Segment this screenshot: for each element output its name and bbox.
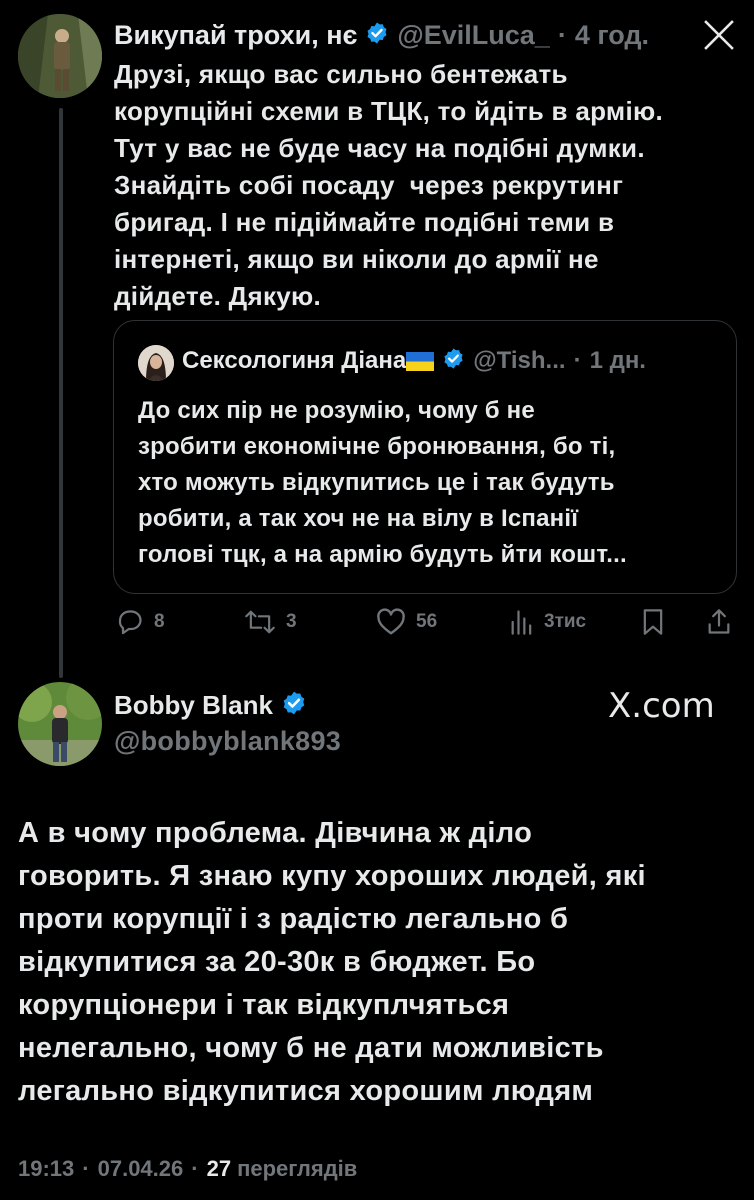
text-line: До сих пір не розумію, чому б не	[138, 397, 535, 424]
main-tweet-text: А в чому проблема. Дівчина ж діло говори…	[18, 812, 738, 1113]
text-line: легально відкупитися хорошим людям	[18, 1075, 594, 1107]
share-icon	[708, 609, 730, 634]
reply-tweet-header: Викупай трохи, нє @EvilLuca_ · 4 год.	[114, 20, 649, 51]
close-icon[interactable]	[702, 18, 736, 52]
reply-icon	[118, 610, 142, 635]
quoted-tweet-text: До сих пір не розумію, чому б не зробити…	[138, 393, 728, 573]
quoted-author-name[interactable]: Сексологиня Діана	[182, 347, 406, 375]
views-count: 27	[206, 1156, 232, 1181]
views-label: переглядів	[237, 1156, 358, 1181]
repost-icon	[245, 610, 275, 634]
reply-author-handle[interactable]: @EvilLuca_	[397, 20, 549, 51]
separator-dot: ·	[191, 1156, 199, 1181]
text-line: відкупитися за 20-30к в бюджет. Бо	[18, 946, 536, 978]
reply-button[interactable]: 8	[116, 608, 165, 636]
x-com-watermark: X.com	[608, 686, 715, 726]
like-icon	[377, 608, 405, 635]
main-tweet-header: Bobby Blank	[114, 690, 307, 721]
text-line: інтернеті, якщо ви ніколи до армії не	[114, 244, 599, 274]
separator-dot: ·	[82, 1156, 90, 1181]
reply-count: 8	[154, 611, 165, 632]
quoted-tweet-header: Сексологиня Діана @Tish... · 1 дн.	[182, 347, 646, 375]
text-line: голові тцк, а на армію будуть йти кошт..…	[138, 541, 627, 568]
quoted-author-handle[interactable]: @Tish...	[473, 347, 565, 375]
bookmark-icon	[643, 609, 663, 635]
bookmark-button[interactable]	[640, 608, 666, 636]
like-count: 56	[416, 611, 438, 632]
text-line: проти корупції і з радістю легально б	[18, 903, 569, 935]
views-button[interactable]: 3тис	[510, 608, 586, 636]
quoted-author-avatar[interactable]	[138, 345, 174, 381]
repost-count: 3	[286, 611, 297, 632]
text-line: Знайдіть собі посаду через рекрутинг	[114, 170, 624, 200]
tweet-date[interactable]: 07.04.26	[98, 1156, 184, 1182]
text-line: Тут у вас не буде часу на подібні думки.	[114, 133, 645, 163]
separator-dot: ·	[573, 347, 582, 374]
verified-icon	[281, 690, 307, 721]
text-line: робити, а так хоч не на вілу в Іспанії	[138, 505, 579, 532]
repost-button[interactable]: 3	[244, 608, 297, 636]
quoted-tweet-card[interactable]: Сексологиня Діана @Tish... · 1 дн. До си…	[113, 320, 737, 594]
text-line: Друзі, якщо вас сильно бентежать	[114, 59, 568, 89]
main-author-handle[interactable]: @bobbyblank893	[114, 726, 341, 757]
avatar-photo	[138, 345, 174, 381]
text-line: корупціонери і так відкуплчяться	[18, 989, 510, 1021]
like-button[interactable]: 56	[376, 608, 437, 636]
text-line: хто можуть відкупитись це і так будуть	[138, 469, 615, 496]
quoted-tweet-time[interactable]: 1 дн.	[590, 347, 646, 375]
reply-tweet-time[interactable]: 4 год.	[575, 20, 649, 51]
tweet-time[interactable]: 19:13	[18, 1156, 74, 1182]
text-line: зробити економічне бронювання, бо ті,	[138, 433, 616, 460]
share-button[interactable]	[706, 608, 732, 636]
text-line: А в чому проблема. Дівчина ж діло	[18, 817, 533, 849]
text-line: говорить. Я знаю купу хороших людей, які	[18, 860, 646, 892]
tweet-meta: 19:13 · 07.04.26 · 27 переглядів	[18, 1156, 357, 1182]
views-count: 3тис	[544, 611, 587, 632]
reply-author-name[interactable]: Викупай трохи, нє	[114, 20, 357, 51]
avatar-photo	[18, 14, 102, 98]
thread-line	[59, 108, 63, 678]
reply-tweet-text: Друзі, якщо вас сильно бентежать корупці…	[114, 56, 734, 315]
separator-dot: ·	[557, 20, 567, 50]
avatar-photo	[18, 682, 102, 766]
verified-icon	[365, 21, 389, 50]
ukraine-flag-icon	[406, 351, 435, 371]
text-line: нелегально, чому б не дати можливість	[18, 1032, 604, 1064]
text-line: бригад. І не підіймайте подібні теми в	[114, 207, 615, 237]
views-icon	[511, 610, 532, 635]
text-line: дійдете. Дякую.	[114, 281, 322, 311]
text-line: корупційні схеми в ТЦК, то йдіть в армію…	[114, 96, 664, 126]
main-author-name[interactable]: Bobby Blank	[114, 690, 273, 721]
main-author-avatar[interactable]	[18, 682, 102, 766]
reply-author-avatar[interactable]	[18, 14, 102, 98]
verified-icon	[442, 347, 465, 375]
